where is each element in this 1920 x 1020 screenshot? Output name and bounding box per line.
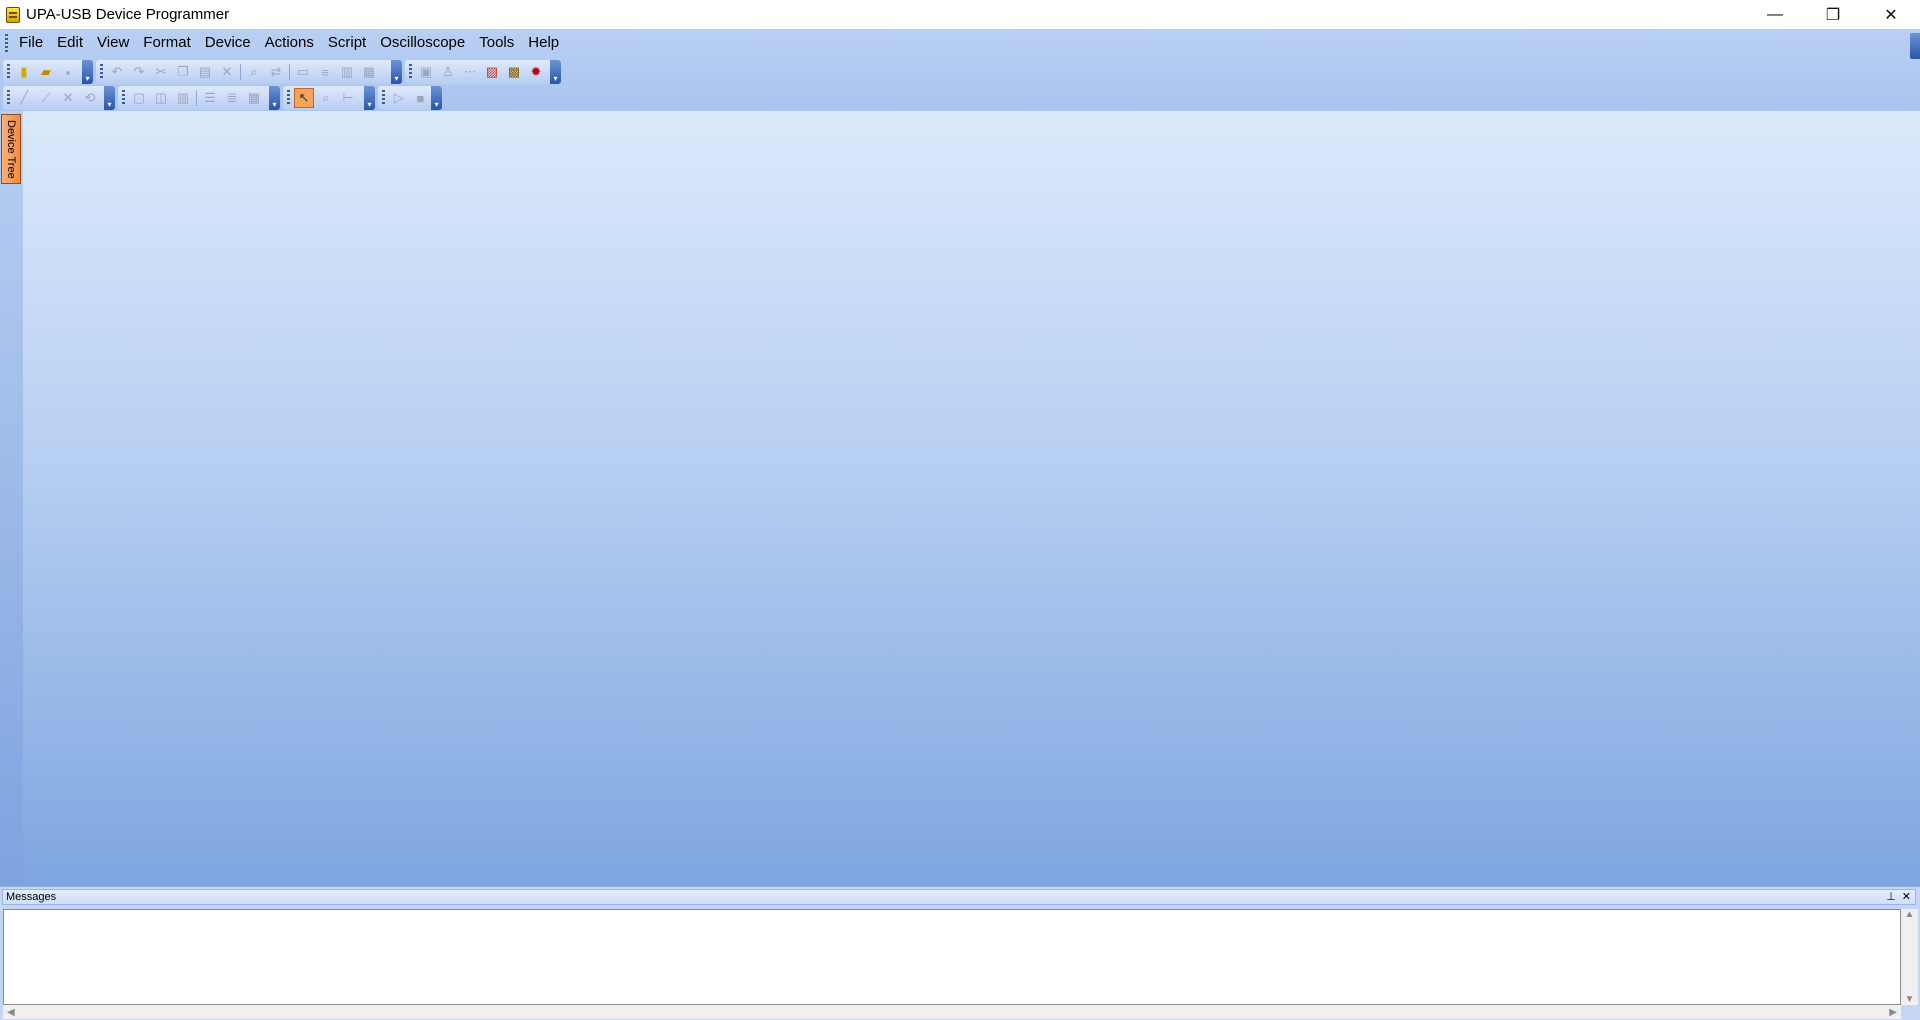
menu-bar: File Edit View Format Device Actions Scr… [0, 29, 566, 57]
pointer-icon[interactable]: ↖ [294, 88, 314, 108]
toolbar-grip[interactable] [100, 64, 103, 80]
toolbar-pointer: ↖ ⌕ ⊢ ▾ [283, 86, 375, 110]
toolbar-overflow-button[interactable]: ▾ [104, 86, 115, 110]
line-icon[interactable]: ╱ [14, 88, 34, 108]
program-icon[interactable]: ▩ [504, 62, 524, 82]
undo-icon[interactable]: ↶ [107, 62, 127, 82]
menu-actions[interactable]: Actions [258, 29, 321, 57]
app-icon [6, 6, 20, 23]
vertical-scrollbar[interactable]: ▲ ▼ [1901, 909, 1918, 1005]
toolbar-overflow-button[interactable]: ▾ [82, 60, 93, 84]
messages-panel: Messages ⊥ ✕ ▲ ▼ ◀ ▶ [0, 886, 1920, 1020]
rotate-icon[interactable]: ⟲ [80, 88, 100, 108]
list1-icon[interactable]: ☰ [200, 88, 220, 108]
scroll-right-icon[interactable]: ▶ [1889, 1007, 1897, 1018]
toolbar-grip[interactable] [382, 90, 385, 106]
menu-grip[interactable] [5, 34, 8, 52]
new-icon[interactable]: ▮ [14, 62, 34, 82]
toolbar-grip[interactable] [409, 64, 412, 80]
save-icon[interactable]: ▪ [58, 62, 78, 82]
toolbar-device: ▣ ♙ ⋯ ▨ ▩ ✹ ▾ [405, 60, 561, 84]
toolbar-separator [196, 90, 197, 106]
menu-oscilloscope[interactable]: Oscilloscope [373, 29, 472, 57]
device-tree-tab-label: Device Tree [5, 119, 17, 179]
view3-icon[interactable]: ▥ [173, 88, 193, 108]
list2-icon[interactable]: ≣ [222, 88, 242, 108]
menu-edit[interactable]: Edit [50, 29, 90, 57]
measure-icon[interactable]: ⊢ [338, 88, 358, 108]
toolbar-draw: ╱ ⟋ ✕ ⟲ ▾ [3, 86, 115, 110]
toolbar-edit: ↶ ↷ ✂ ❐ ▤ ✕ ⌕ ⇄ ▭ ≡ ▥ ▦ ▾ [96, 60, 402, 84]
checksum-icon[interactable]: ▦ [359, 62, 379, 82]
select-all-icon[interactable]: ▭ [293, 62, 313, 82]
mdi-client-area[interactable] [23, 111, 1920, 886]
messages-title: Messages [6, 891, 57, 903]
toolbar-overflow-button[interactable]: ▾ [431, 86, 442, 110]
toolbar-overflow-button[interactable]: ▾ [364, 86, 375, 110]
compare-icon[interactable]: ▥ [337, 62, 357, 82]
title-bar: UPA-USB Device Programmer — ❐ ✕ [0, 0, 1920, 29]
menu-view[interactable]: View [90, 29, 136, 57]
paste-icon[interactable]: ▤ [195, 62, 215, 82]
minimize-button[interactable]: — [1746, 0, 1804, 29]
cut-icon[interactable]: ✂ [151, 62, 171, 82]
toolbar-run: ▷ ■ ▾ [378, 86, 442, 110]
window-controls: — ❐ ✕ [1746, 0, 1920, 29]
horizontal-scrollbar[interactable]: ◀ ▶ [3, 1005, 1901, 1019]
replace-icon[interactable]: ⇄ [266, 62, 286, 82]
toolbar-grip[interactable] [7, 64, 10, 80]
menu-script[interactable]: Script [321, 29, 373, 57]
toolbar-file: ▮ ▰ ▪ ▾ [3, 60, 93, 84]
left-dock: Device Tree [0, 111, 23, 886]
open-icon[interactable]: ▰ [36, 62, 56, 82]
stop-icon[interactable]: ■ [411, 88, 431, 108]
run-icon[interactable]: ▷ [389, 88, 409, 108]
toolbar-view: ▢ ◫ ▥ ☰ ≣ ▦ ▾ [118, 86, 280, 110]
find-icon[interactable]: ⌕ [244, 62, 264, 82]
scale-icon[interactable]: ✕ [58, 88, 78, 108]
menu-overflow-button[interactable] [1910, 33, 1920, 59]
toolbar-overflow-button[interactable]: ▾ [269, 86, 280, 110]
toolbar-grip[interactable] [7, 90, 10, 106]
redo-icon[interactable]: ↷ [129, 62, 149, 82]
device-tree-tab[interactable]: Device Tree [1, 114, 21, 184]
debug-icon[interactable]: ✹ [526, 62, 546, 82]
messages-header: Messages ⊥ ✕ [2, 889, 1916, 905]
scroll-down-icon[interactable]: ▼ [1905, 994, 1915, 1005]
copy-icon[interactable]: ❐ [173, 62, 193, 82]
close-icon[interactable]: ✕ [1902, 890, 1911, 904]
toolbar-overflow-button[interactable]: ▾ [391, 60, 402, 84]
menu-device[interactable]: Device [198, 29, 258, 57]
scroll-left-icon[interactable]: ◀ [7, 1007, 15, 1018]
pin-icon[interactable]: ⊥ [1886, 890, 1896, 904]
menu-tools[interactable]: Tools [472, 29, 521, 57]
toolbar-grip[interactable] [122, 90, 125, 106]
grid-icon[interactable]: ▦ [244, 88, 264, 108]
delete-icon[interactable]: ✕ [217, 62, 237, 82]
menu-format[interactable]: Format [136, 29, 198, 57]
fill-icon[interactable]: ≡ [315, 62, 335, 82]
restore-button[interactable]: ❐ [1804, 0, 1862, 29]
write-icon[interactable]: ♙ [438, 62, 458, 82]
read-icon[interactable]: ▣ [416, 62, 436, 82]
window-title: UPA-USB Device Programmer [26, 6, 230, 23]
view1-icon[interactable]: ▢ [129, 88, 149, 108]
verify-icon[interactable]: ⋯ [460, 62, 480, 82]
close-button[interactable]: ✕ [1862, 0, 1920, 29]
toolbar-separator [240, 64, 241, 80]
command-area: File Edit View Format Device Actions Scr… [0, 29, 1920, 111]
scroll-up-icon[interactable]: ▲ [1905, 909, 1915, 920]
toolbar-grip[interactable] [287, 90, 290, 106]
zoom-icon[interactable]: ⌕ [316, 88, 336, 108]
menu-file[interactable]: File [12, 29, 50, 57]
toolbar-separator [289, 64, 290, 80]
view2-icon[interactable]: ◫ [151, 88, 171, 108]
messages-output[interactable] [3, 909, 1901, 1005]
erase-icon[interactable]: ▨ [482, 62, 502, 82]
wire-icon[interactable]: ⟋ [36, 88, 56, 108]
toolbar-overflow-button[interactable]: ▾ [550, 60, 561, 84]
menu-help[interactable]: Help [521, 29, 566, 57]
